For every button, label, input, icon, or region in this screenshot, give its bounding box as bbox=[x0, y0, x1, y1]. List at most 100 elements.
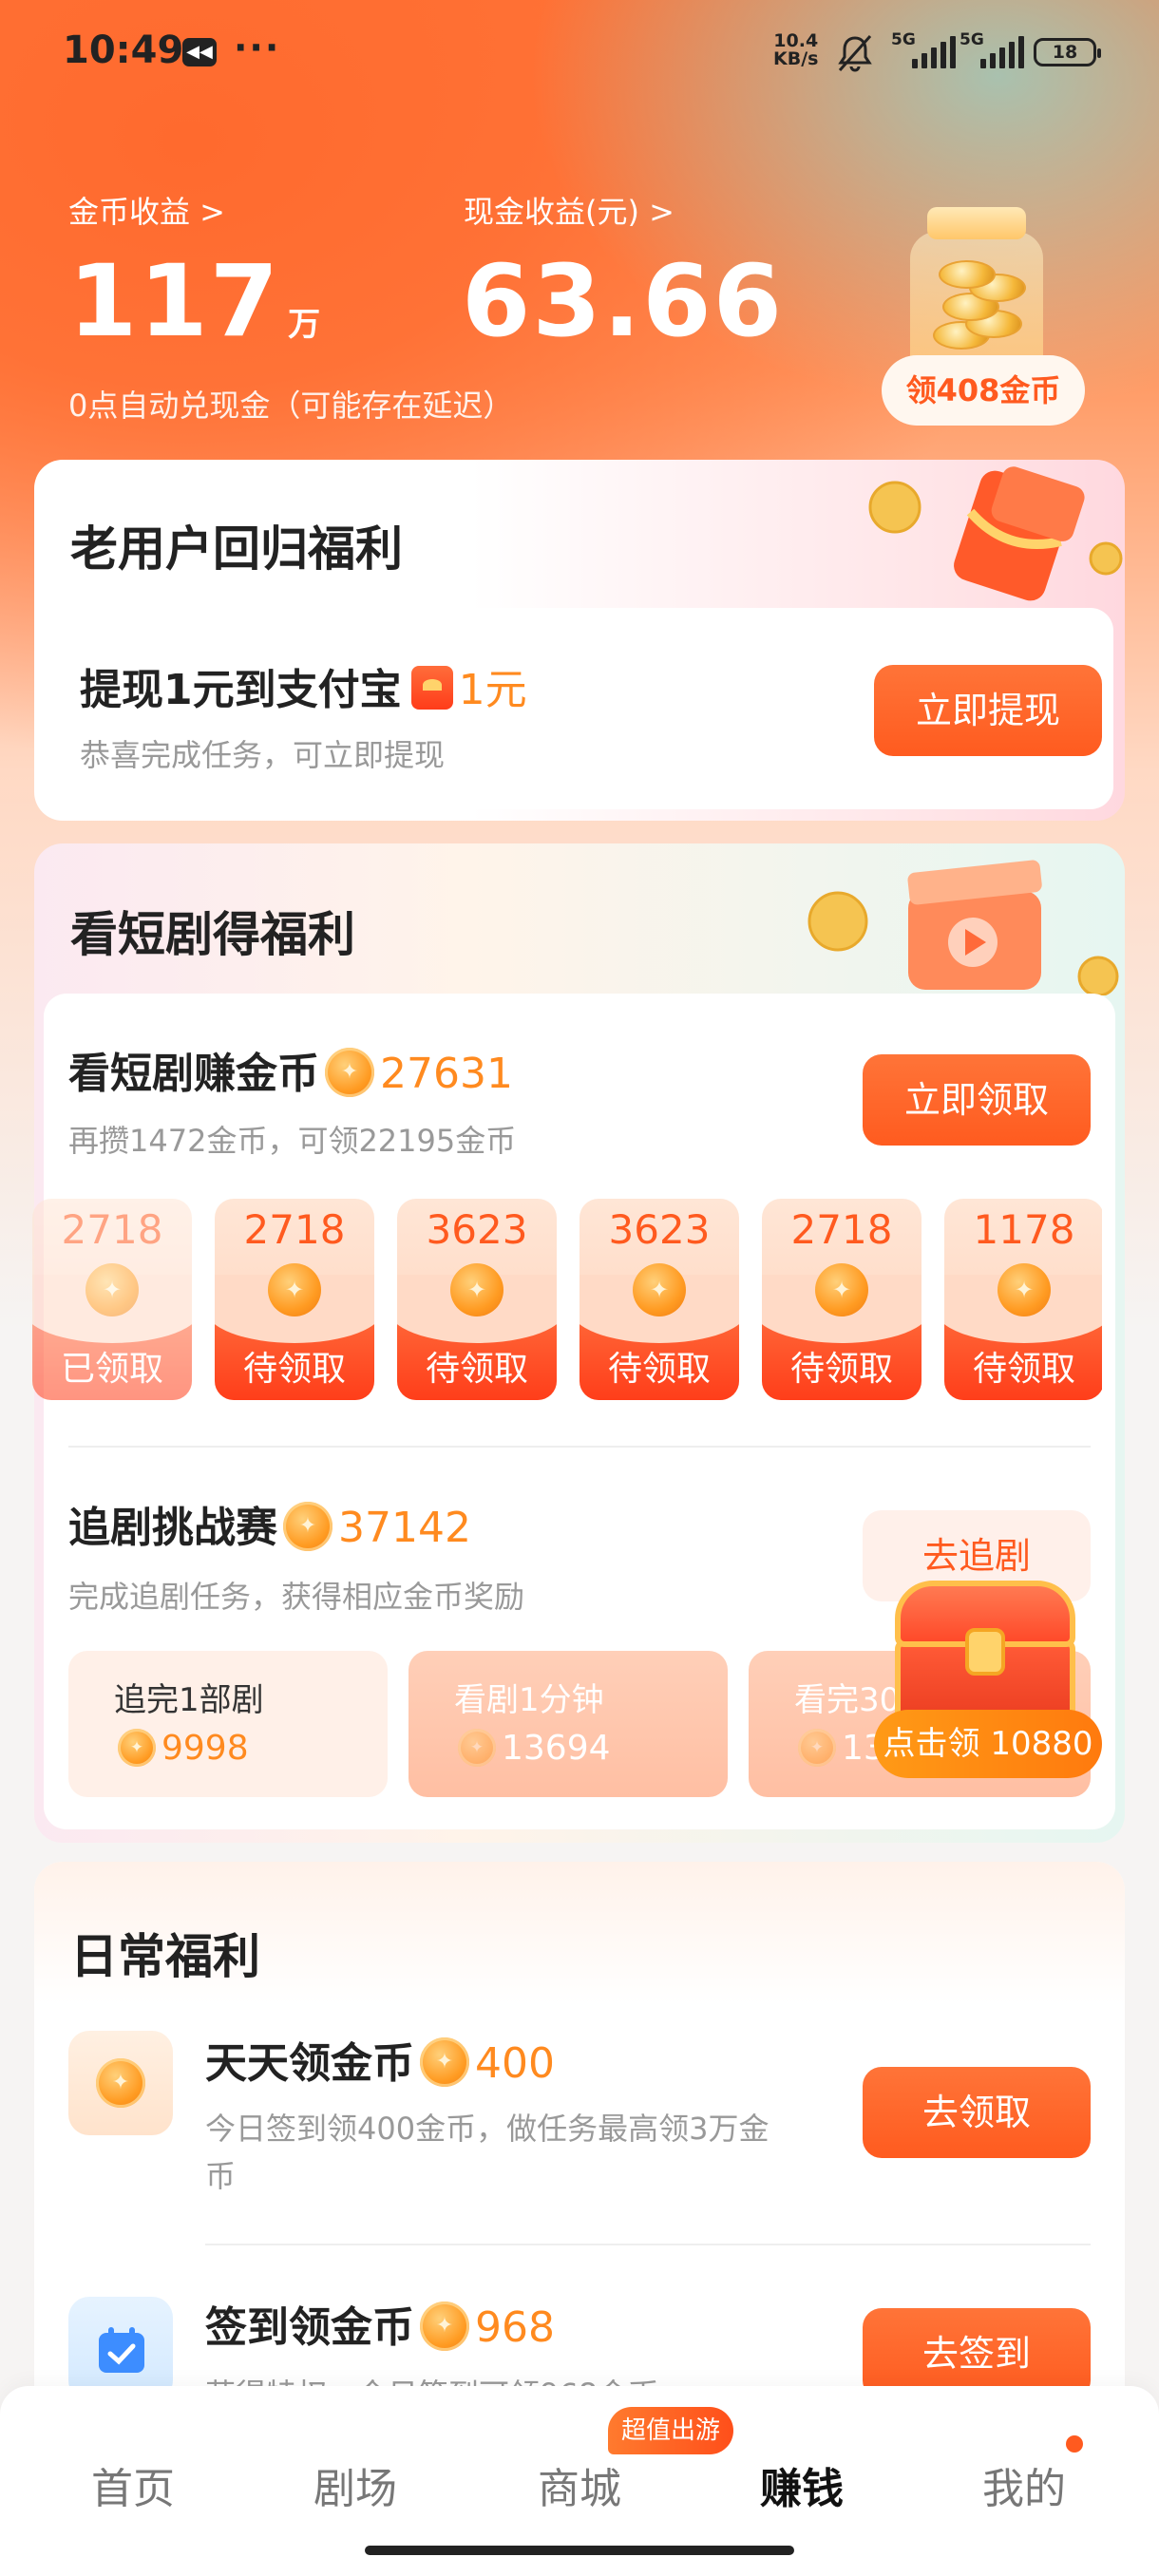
nav-theater[interactable]: 剧场 bbox=[260, 2454, 450, 2515]
watch-drama-coins: 27631 bbox=[380, 1050, 513, 1098]
challenge-task-card[interactable]: 看剧1分钟 13694 bbox=[408, 1651, 728, 1797]
redpack-item[interactable]: 2718 待领取 bbox=[215, 1199, 374, 1400]
mall-promo-badge: 超值出游 bbox=[608, 2407, 734, 2454]
challenge-coins: 37142 bbox=[338, 1504, 471, 1552]
return-welfare-title: 老用户回归福利 bbox=[70, 521, 403, 577]
redpack-item[interactable]: 2718 待领取 bbox=[762, 1199, 922, 1400]
network-speed: 10.4 KB/s bbox=[773, 32, 818, 68]
coin-earnings-value: 117 万 bbox=[68, 249, 322, 377]
status-bar: 10:49 ◀◀ ··· 10.4 KB/s 5G 5G 18 bbox=[0, 0, 1159, 104]
challenge-task-card[interactable]: 追完1部剧 9998 bbox=[68, 1651, 388, 1797]
coin-earnings-number: 117 bbox=[68, 243, 281, 359]
watch-drama-desc: 再攒1472金币，可领22195金币 bbox=[68, 1123, 517, 1159]
gold-coin-icon bbox=[118, 1729, 156, 1767]
coin-earnings-unit: 万 bbox=[288, 306, 323, 344]
red-envelope-icon bbox=[410, 666, 453, 710]
return-welfare-card: 老用户回归福利 提现1元到支付宝 1元 恭喜完成任务，可立即提现 立即提现 bbox=[34, 460, 1125, 821]
challenge-task-coins: 13694 bbox=[502, 1729, 611, 1768]
video-clapper-illustration bbox=[808, 860, 1119, 995]
claim-now-button[interactable]: 立即领取 bbox=[863, 1054, 1091, 1146]
challenge-task-title: 看完30 bbox=[794, 1681, 901, 1719]
notification-dot bbox=[1066, 2435, 1083, 2453]
daily-coin-task-desc-line1: 今日签到领400金币，做任务最高领3万金 bbox=[205, 2111, 770, 2147]
redpack-status: 待领取 bbox=[972, 1350, 1075, 1389]
gold-coin-icon bbox=[420, 2301, 469, 2351]
red-envelope-illustration bbox=[868, 466, 1123, 601]
redpack-status: 待领取 bbox=[789, 1350, 893, 1389]
withdraw-task: 提现1元到支付宝 1元 恭喜完成任务，可立即提现 立即提现 bbox=[46, 608, 1113, 809]
media-playback-icon: ◀◀ bbox=[182, 38, 217, 66]
redpack-item[interactable]: 2718 已领取 bbox=[32, 1199, 192, 1400]
coin-earnings-link[interactable]: 金币收益 > bbox=[68, 188, 225, 232]
challenge-task-reward: 13694 bbox=[452, 1729, 611, 1768]
redpack-item[interactable]: 1178 待领取 bbox=[944, 1199, 1102, 1400]
chest-claim-button[interactable]: 点击领 10880 bbox=[874, 1710, 1102, 1778]
daily-coin-task-title: 天天领金币 400 bbox=[205, 2029, 555, 2090]
redpack-status: 待领取 bbox=[242, 1350, 346, 1389]
withdraw-task-title: 提现1元到支付宝 1元 bbox=[80, 655, 527, 716]
challenge-task-coins: 9998 bbox=[162, 1729, 249, 1768]
gold-coin-icon bbox=[325, 1048, 374, 1097]
status-time: 10:49 bbox=[63, 28, 184, 72]
challenge-title: 追剧挑战赛 37142 bbox=[68, 1493, 471, 1554]
nav-earn[interactable]: 赚钱 bbox=[707, 2454, 897, 2515]
redpack-item[interactable]: 3623 待领取 bbox=[580, 1199, 739, 1400]
gold-coin-icon bbox=[798, 1729, 836, 1767]
section-divider bbox=[68, 1446, 1091, 1448]
withdraw-task-title-text: 提现1元到支付宝 bbox=[80, 666, 402, 714]
more-notifications-icon: ··· bbox=[234, 27, 281, 68]
redpack-amount: 2718 bbox=[790, 1206, 893, 1253]
signal-2-icon bbox=[980, 36, 1024, 68]
checkin-task-text: 签到领金币 bbox=[205, 2303, 414, 2352]
gold-coin-icon bbox=[458, 1729, 496, 1767]
challenge-desc: 完成追剧任务，获得相应金币奖励 bbox=[68, 1579, 525, 1615]
withdraw-now-button[interactable]: 立即提现 bbox=[874, 665, 1102, 756]
redpack-amount: 2718 bbox=[61, 1206, 163, 1253]
gold-coin-icon bbox=[633, 1263, 686, 1316]
section-divider bbox=[205, 2244, 1091, 2245]
checkin-task-title: 签到领金币 968 bbox=[205, 2293, 555, 2354]
bell-muted-icon bbox=[838, 35, 872, 72]
redpack-strip[interactable]: 2718 已领取 2718 待领取 3623 待领取 3623 待领取 2718… bbox=[32, 1199, 1102, 1402]
daily-coin-task-desc: 今日签到领400金币，做任务最高领3万金 币 bbox=[205, 2105, 861, 2200]
redpack-item[interactable]: 3623 待领取 bbox=[397, 1199, 557, 1400]
claim-jar-coins-button[interactable]: 领408金币 bbox=[882, 355, 1085, 426]
exchange-note: 0点自动兑现金（可能存在延迟） bbox=[68, 388, 514, 424]
daily-coin-task-text: 天天领金币 bbox=[205, 2039, 414, 2088]
watch-drama-earn-text: 看短剧赚金币 bbox=[68, 1050, 319, 1098]
calendar-icon bbox=[99, 2327, 144, 2373]
challenge-title-text: 追剧挑战赛 bbox=[68, 1504, 277, 1552]
daily-welfare-title: 日常福利 bbox=[70, 1929, 260, 1984]
gold-coin-icon bbox=[998, 1263, 1051, 1316]
cash-earnings-link[interactable]: 现金收益(元) > bbox=[464, 188, 674, 232]
withdraw-task-desc: 恭喜完成任务，可立即提现 bbox=[80, 737, 446, 773]
nav-mine[interactable]: 我的 bbox=[929, 2454, 1119, 2515]
gold-coin-icon bbox=[268, 1263, 321, 1316]
redpack-amount: 1178 bbox=[973, 1206, 1075, 1253]
nav-home[interactable]: 首页 bbox=[38, 2454, 228, 2515]
signal-1-icon bbox=[912, 36, 956, 68]
drama-welfare-title: 看短剧得福利 bbox=[70, 907, 355, 962]
coin-jar-illustration[interactable] bbox=[910, 207, 1043, 384]
watch-drama-earn-title: 看短剧赚金币 27631 bbox=[68, 1039, 513, 1100]
withdraw-reward: 1元 bbox=[458, 666, 527, 714]
daily-coin-task-icon bbox=[68, 2031, 173, 2135]
gold-coin-icon bbox=[815, 1263, 868, 1316]
cash-earnings-value: 63.66 bbox=[462, 243, 784, 359]
gold-coin-icon bbox=[283, 1502, 332, 1551]
redpack-status: 待领取 bbox=[425, 1350, 528, 1389]
redpack-amount: 3623 bbox=[426, 1206, 528, 1253]
gold-coin-icon bbox=[420, 2037, 469, 2087]
gold-coin-icon bbox=[96, 2058, 145, 2108]
checkin-task-coins: 968 bbox=[475, 2303, 555, 2352]
home-indicator[interactable] bbox=[365, 2546, 794, 2555]
daily-coin-task-coins: 400 bbox=[475, 2039, 555, 2088]
go-claim-button[interactable]: 去领取 bbox=[863, 2067, 1091, 2158]
nav-mall[interactable]: 商城 bbox=[484, 2454, 674, 2515]
network-speed-unit: KB/s bbox=[773, 48, 819, 69]
redpack-status: 已领取 bbox=[60, 1350, 163, 1389]
redpack-amount: 3623 bbox=[608, 1206, 711, 1253]
battery-icon: 18 bbox=[1034, 38, 1101, 66]
challenge-task-reward: 9998 bbox=[112, 1729, 249, 1768]
challenge-task-reward: 13 bbox=[792, 1729, 885, 1768]
